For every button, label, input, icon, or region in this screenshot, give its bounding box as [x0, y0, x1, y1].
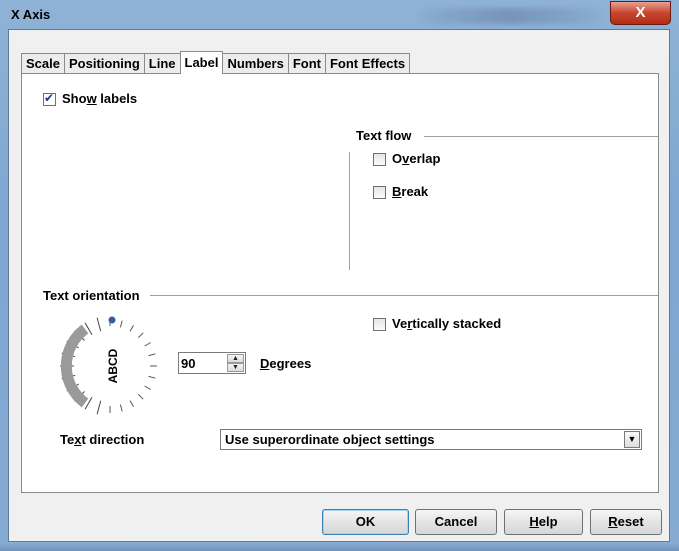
degrees-input[interactable] — [181, 355, 225, 371]
dial-tick — [96, 400, 102, 415]
dial-tick — [144, 342, 151, 347]
degrees-spinbox[interactable]: ▲ ▼ — [178, 352, 246, 374]
tab-positioning[interactable]: Positioning — [63, 53, 145, 73]
text-flow-heading: Text flow — [356, 128, 412, 143]
spin-down-button[interactable]: ▼ — [227, 363, 244, 372]
dial-tick — [144, 385, 151, 390]
tab-label[interactable]: Label — [179, 51, 224, 74]
dial-arc — [60, 324, 89, 408]
degrees-spin-buttons: ▲ ▼ — [227, 354, 244, 372]
spin-up-button[interactable]: ▲ — [227, 354, 244, 363]
tab-bar: Scale Positioning Line Label Numbers Fon… — [21, 51, 411, 74]
reset-button[interactable]: Reset — [590, 509, 662, 535]
text-flow-separator — [424, 136, 658, 137]
text-direction-value: Use superordinate object settings — [225, 432, 435, 447]
text-direction-label: Text direction — [60, 432, 145, 447]
vertically-stacked-label[interactable]: Vertically stacked — [392, 316, 501, 331]
tab-numbers[interactable]: Numbers — [222, 53, 289, 73]
title-bar-blur — [420, 8, 600, 24]
dial-tick — [137, 332, 144, 339]
vertically-stacked-checkbox[interactable] — [373, 318, 386, 331]
tab-scale[interactable]: Scale — [21, 53, 65, 73]
break-label[interactable]: Break — [392, 184, 428, 199]
tab-line[interactable]: Line — [143, 53, 181, 73]
dial-tick — [137, 393, 144, 400]
help-button[interactable]: Help — [504, 509, 583, 535]
dial-tick — [148, 375, 156, 379]
close-button[interactable]: X — [610, 1, 671, 25]
taskbar-strip — [0, 542, 679, 551]
orientation-dial[interactable]: ABCD — [55, 311, 165, 421]
dial-tick — [119, 404, 123, 412]
dial-tick — [148, 353, 156, 357]
text-direction-select[interactable]: Use superordinate object settings ▼ — [220, 429, 642, 450]
overlap-checkbox[interactable] — [373, 153, 386, 166]
tab-font-effects[interactable]: Font Effects — [324, 53, 411, 73]
window-title: X Axis — [11, 7, 51, 22]
overlap-label[interactable]: Overlap — [392, 151, 440, 166]
chevron-down-icon[interactable]: ▼ — [624, 431, 640, 448]
text-orientation-heading: Text orientation — [43, 288, 140, 303]
dial-sample-text: ABCD — [106, 348, 120, 383]
degrees-label: Degrees — [260, 356, 312, 371]
dial-tick — [119, 320, 123, 328]
title-bar[interactable]: X Axis X — [0, 0, 679, 30]
text-orientation-separator — [150, 295, 658, 296]
dial-handle[interactable] — [108, 316, 116, 324]
show-labels-label[interactable]: Show labels — [62, 91, 137, 106]
break-checkbox[interactable] — [373, 186, 386, 199]
ok-button[interactable]: OK — [322, 509, 409, 535]
cancel-button[interactable]: Cancel — [415, 509, 497, 535]
text-flow-vertical-separator — [349, 152, 350, 270]
tab-font[interactable]: Font — [287, 53, 326, 73]
dial-tick — [96, 317, 102, 332]
show-labels-checkbox[interactable] — [43, 91, 56, 106]
dial-tick — [129, 400, 134, 407]
dial-tick — [129, 325, 134, 332]
